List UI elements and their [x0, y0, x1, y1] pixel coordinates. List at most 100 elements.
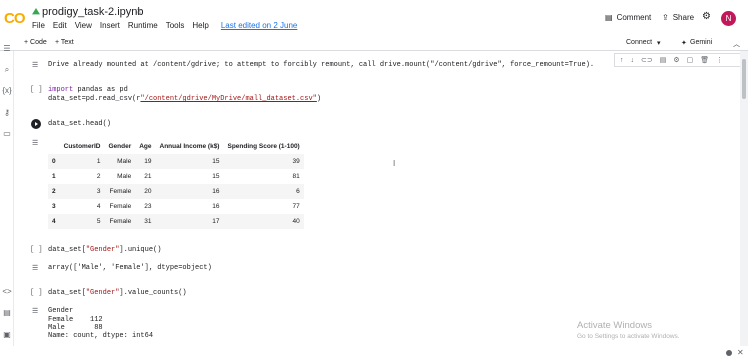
- code-text: ): [316, 95, 322, 103]
- scrollbar-thumb[interactable]: [742, 59, 746, 99]
- table-cell: 16: [212, 203, 220, 210]
- add-code-button[interactable]: + Code: [24, 39, 47, 46]
- output-toggle-icon[interactable]: ☰: [32, 61, 42, 69]
- row-index: 3: [52, 203, 56, 210]
- csv-path-string[interactable]: "/content/gdrive/MyDrive/mall_dataset.cs…: [140, 95, 316, 103]
- comment-label: Comment: [616, 13, 652, 22]
- table-cell: 23: [144, 203, 152, 210]
- table-cell: Male: [117, 173, 132, 180]
- menu-help[interactable]: Help: [192, 21, 208, 30]
- star-icon[interactable]: ☆: [134, 6, 143, 17]
- activate-windows-watermark: Activate Windows Go to Settings to activ…: [577, 320, 680, 340]
- menu-insert[interactable]: Insert: [100, 21, 120, 30]
- colab-logo[interactable]: CO: [4, 10, 25, 27]
- mirror-cell-icon[interactable]: ▢: [687, 56, 694, 64]
- cell-settings-icon[interactable]: ⚙: [673, 56, 679, 64]
- code-text: data_set=pd.read_csv(r: [48, 95, 141, 103]
- close-icon[interactable]: ✕: [737, 348, 744, 357]
- table-row: 3 4 Female 23 16 77: [48, 199, 304, 214]
- code-cell-2[interactable]: data_set.head(): [48, 120, 111, 128]
- row-index: 0: [48, 154, 60, 169]
- vertical-scrollbar[interactable]: [740, 51, 748, 346]
- menu-view[interactable]: View: [75, 21, 92, 30]
- code-text: ].value_counts(): [119, 289, 187, 297]
- table-cell: 15: [212, 173, 220, 180]
- keyword: import: [48, 86, 74, 94]
- comment-icon: ▤: [605, 13, 613, 22]
- code-text: ].unique(): [119, 246, 162, 254]
- terminal-icon[interactable]: ▣: [2, 330, 12, 340]
- code-cell-4[interactable]: data_set["Gender"].value_counts(): [48, 289, 187, 297]
- settings-gear-icon[interactable]: ⚙: [702, 11, 711, 22]
- avatar[interactable]: N: [721, 11, 736, 26]
- column-header: CustomerID: [63, 143, 101, 150]
- secrets-key-icon[interactable]: ⚷: [2, 108, 12, 118]
- row-index: 4: [48, 214, 60, 229]
- code-cell-3[interactable]: data_set["Gender"].unique(): [48, 246, 161, 254]
- collapse-chevron-icon[interactable]: ︿: [733, 39, 740, 49]
- table-cell: 77: [292, 203, 300, 210]
- variables-icon[interactable]: {x}: [2, 86, 12, 96]
- move-down-icon[interactable]: ↓: [631, 57, 635, 64]
- value-counts-output-line: Female 112: [48, 316, 103, 324]
- value-counts-output-line: Gender: [48, 307, 74, 315]
- files-folder-icon[interactable]: ▭: [2, 129, 12, 139]
- drive-icon: [32, 8, 40, 15]
- more-options-icon[interactable]: ⋮: [716, 56, 723, 64]
- share-button[interactable]: ⇪ Share: [662, 13, 694, 22]
- cell-run-bracket[interactable]: [ ]: [30, 246, 43, 254]
- menu-file[interactable]: File: [32, 21, 45, 30]
- table-cell: 19: [135, 154, 156, 169]
- table-cell: 15: [155, 154, 224, 169]
- cell-run-bracket[interactable]: [ ]: [30, 86, 43, 94]
- comment-cell-icon[interactable]: ▤: [660, 56, 667, 64]
- last-edited-link[interactable]: Last edited on 2 June: [221, 21, 298, 30]
- table-cell: Male: [104, 154, 136, 169]
- share-icon: ⇪: [662, 13, 669, 22]
- string-literal: "Gender": [85, 289, 120, 297]
- code-text: pandas as pd: [73, 86, 128, 94]
- menu-tools[interactable]: Tools: [166, 21, 185, 30]
- output-toggle-icon[interactable]: ☰: [32, 264, 42, 272]
- add-text-button[interactable]: + Text: [55, 39, 74, 46]
- menu-edit[interactable]: Edit: [53, 21, 67, 30]
- table-cell: 16: [155, 184, 224, 199]
- cell-run-bracket[interactable]: [ ]: [30, 289, 43, 297]
- output-toggle-icon[interactable]: ☰: [32, 139, 42, 147]
- table-cell: 39: [223, 154, 304, 169]
- notebook-title[interactable]: prodigy_task-2.ipynb: [42, 6, 144, 18]
- table-of-contents-icon[interactable]: ☰: [2, 44, 12, 54]
- code-cell-1-line-2[interactable]: data_set=pd.read_csv(r"/content/gdrive/M…: [48, 95, 321, 103]
- command-palette-icon[interactable]: ▤: [2, 308, 12, 318]
- unique-output: array(['Male', 'Female'], dtype=object): [48, 264, 212, 272]
- run-cell-button[interactable]: [31, 119, 41, 129]
- table-cell: Female: [109, 203, 132, 210]
- code-snippets-icon[interactable]: <>: [2, 287, 12, 297]
- menu-runtime[interactable]: Runtime: [128, 21, 158, 30]
- watermark-subtitle: Go to Settings to activate Windows.: [577, 333, 680, 340]
- move-up-icon[interactable]: ↑: [620, 57, 624, 64]
- output-toggle-icon[interactable]: ☰: [32, 307, 42, 315]
- gemini-button[interactable]: Gemini: [690, 39, 712, 46]
- value-counts-output-line: Name: count, dtype: int64: [48, 332, 154, 340]
- dataframe-table: CustomerID Gender Age Annual Income (k$)…: [48, 139, 304, 229]
- table-cell: 40: [223, 214, 304, 229]
- connect-dropdown-icon[interactable]: ▾: [657, 39, 661, 47]
- string-literal: "Gender": [85, 246, 120, 254]
- notebook-content: ☰ Drive already mounted at /content/gdri…: [14, 51, 740, 346]
- table-row: 4 5 Female 31 17 40: [48, 214, 304, 229]
- code-text: data_set[: [48, 289, 86, 297]
- connect-button[interactable]: Connect: [626, 39, 652, 46]
- index-header: [48, 139, 60, 154]
- code-text: data_set[: [48, 246, 86, 254]
- table-header-row: CustomerID Gender Age Annual Income (k$)…: [48, 139, 304, 154]
- link-icon[interactable]: ⊂⊃: [641, 56, 653, 64]
- delete-icon[interactable]: 🗑: [700, 56, 709, 64]
- search-icon[interactable]: ⌕: [2, 65, 12, 75]
- table-cell: 2: [96, 173, 101, 180]
- comment-button[interactable]: ▤ Comment: [605, 13, 651, 22]
- table-row: 0 1 Male 19 15 39: [48, 154, 304, 169]
- column-header: Spending Score (1-100): [227, 143, 300, 150]
- code-cell-1-line-1[interactable]: import pandas as pd: [48, 86, 128, 94]
- table-cell: 81: [292, 173, 300, 180]
